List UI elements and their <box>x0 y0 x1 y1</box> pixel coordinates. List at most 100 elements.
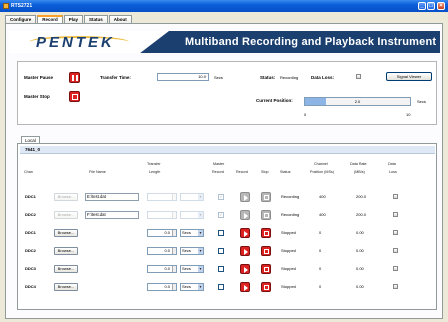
col-master-record: Record <box>212 170 224 174</box>
master-record-checkbox[interactable] <box>218 266 224 272</box>
status-value: Recording <box>281 194 300 199</box>
transfer-length-input[interactable]: 0.0 <box>147 247 177 255</box>
record-button[interactable] <box>240 264 250 274</box>
record-button[interactable] <box>240 192 250 202</box>
spinner-icon[interactable] <box>172 230 176 236</box>
master-stop-button[interactable] <box>69 91 80 102</box>
window-title: RTS2721 <box>11 3 33 9</box>
master-controls <box>17 61 437 125</box>
transfer-length-input[interactable] <box>147 211 177 219</box>
stop-button[interactable] <box>261 210 271 220</box>
browse-button[interactable]: Browse... <box>54 229 78 237</box>
master-record-checkbox[interactable]: ✓ <box>218 212 224 218</box>
length-unit-select[interactable]: Secs ▾ <box>180 247 204 255</box>
stop-button[interactable] <box>261 192 271 202</box>
device-subtab[interactable]: 7641_0 <box>20 146 435 154</box>
master-record-checkbox[interactable] <box>218 284 224 290</box>
transfer-length-input[interactable]: 0.0 <box>147 229 177 237</box>
col-status: Status <box>280 170 291 174</box>
status-value: Stopped <box>281 266 296 271</box>
length-unit-select[interactable]: Secs ▾ <box>180 283 204 291</box>
data-loss-indicator <box>393 230 398 235</box>
minimize-button[interactable]: _ <box>418 2 426 10</box>
transfer-time-input[interactable]: 10.0 <box>157 73 209 81</box>
spinner-icon[interactable] <box>172 284 176 290</box>
record-button[interactable] <box>240 210 250 220</box>
browse-button[interactable]: Browse... <box>54 193 78 201</box>
record-button[interactable] <box>240 282 250 292</box>
browse-button[interactable]: Browse... <box>54 265 78 273</box>
col-transfer: Transfer <box>147 162 161 166</box>
record-button[interactable] <box>240 246 250 256</box>
close-button[interactable]: × <box>437 2 445 10</box>
stop-button[interactable] <box>261 282 271 292</box>
channel-position-value: 0 <box>319 230 322 235</box>
master-pause-label: Master Pause <box>24 75 54 80</box>
transfer-length-input[interactable] <box>147 193 177 201</box>
file-name-field[interactable]: F:\test.dat <box>85 211 139 219</box>
master-pause-button[interactable] <box>69 72 80 83</box>
spinner-icon[interactable] <box>172 212 176 218</box>
maximize-button[interactable]: □ <box>427 2 435 10</box>
col-data-rate-unit: (MB/s) <box>354 170 365 174</box>
col-data-rate: Data Rate <box>350 162 367 166</box>
data-rate-value: 0.00 <box>356 266 364 271</box>
channel-position-value: 0 <box>319 284 322 289</box>
data-rate-value: 0.00 <box>356 230 364 235</box>
status-value: Stopped <box>281 248 296 253</box>
table-row: DDC2 Browse... F:\test.dat ▾ ✓ Recording 400 20… <box>20 209 435 221</box>
stop-button[interactable] <box>261 264 271 274</box>
transfer-length-input[interactable]: 0.0 <box>147 283 177 291</box>
stop-button[interactable] <box>261 228 271 238</box>
dropdown-arrow-icon[interactable]: ▾ <box>198 284 203 290</box>
stop-button[interactable] <box>261 246 271 256</box>
data-loss-label: Data Loss: <box>311 75 335 80</box>
table-row: DDC4 Browse... 0.0 Secs ▾ Stopped 0 0.00 <box>20 281 435 293</box>
col-file-name: File Name <box>89 170 106 174</box>
header-banner: PENTEK Multiband Recording and Playback … <box>9 31 440 53</box>
dropdown-arrow-icon[interactable]: ▾ <box>198 230 203 236</box>
dropdown-arrow-icon[interactable]: ▾ <box>198 266 203 272</box>
dropdown-arrow-icon[interactable]: ▾ <box>198 194 203 200</box>
table-row: DDC2 Browse... 0.0 Secs ▾ Stopped 0 0.00 <box>20 245 435 257</box>
stop-icon <box>264 249 269 254</box>
table-row: DDC1 Browse... E:\test.dat ▾ ✓ Recording 400 20… <box>20 191 435 203</box>
browse-button[interactable]: Browse... <box>54 283 78 291</box>
progress-value: 2.0 <box>354 99 361 104</box>
progress-min: 0 <box>304 112 307 117</box>
file-name-field[interactable]: E:\test.dat <box>85 193 139 201</box>
data-loss-indicator <box>393 212 398 217</box>
position-progress-bar: 2.0 <box>304 97 411 106</box>
length-unit-select[interactable]: ▾ <box>180 193 204 201</box>
signal-viewer-button[interactable]: Signal Viewer <box>386 72 432 81</box>
browse-button[interactable]: Browse... <box>54 247 78 255</box>
stop-icon <box>264 213 269 218</box>
stop-icon <box>264 267 269 272</box>
col-channel: Channel <box>314 162 328 166</box>
pentek-logo: PENTEK <box>9 31 169 53</box>
channel-position-value: 400 <box>319 212 326 217</box>
dropdown-arrow-icon[interactable]: ▾ <box>198 248 203 254</box>
master-record-checkbox[interactable] <box>218 248 224 254</box>
length-unit-select[interactable]: Secs ▾ <box>180 265 204 273</box>
stop-icon <box>264 195 269 200</box>
master-stop-label: Master Stop <box>24 94 50 99</box>
app-icon <box>3 3 9 9</box>
chan-label: DDC4 <box>25 284 36 289</box>
spinner-icon[interactable] <box>172 266 176 272</box>
master-record-checkbox[interactable]: ✓ <box>218 194 224 200</box>
status-value: Recording <box>280 75 299 80</box>
master-record-checkbox[interactable] <box>218 230 224 236</box>
data-rate-value: 0.00 <box>356 284 364 289</box>
length-unit-select[interactable]: ▾ <box>180 211 204 219</box>
transfer-length-input[interactable]: 0.0 <box>147 265 177 273</box>
length-unit-select[interactable]: Secs ▾ <box>180 229 204 237</box>
dropdown-arrow-icon[interactable]: ▾ <box>198 212 203 218</box>
spinner-icon[interactable] <box>172 194 176 200</box>
browse-button[interactable]: Browse... <box>54 211 78 219</box>
status-value: Recording <box>281 212 300 217</box>
data-rate-value: 200.0 <box>356 194 367 199</box>
record-button[interactable] <box>240 228 250 238</box>
spinner-icon[interactable] <box>172 248 176 254</box>
stop-icon <box>72 94 78 100</box>
